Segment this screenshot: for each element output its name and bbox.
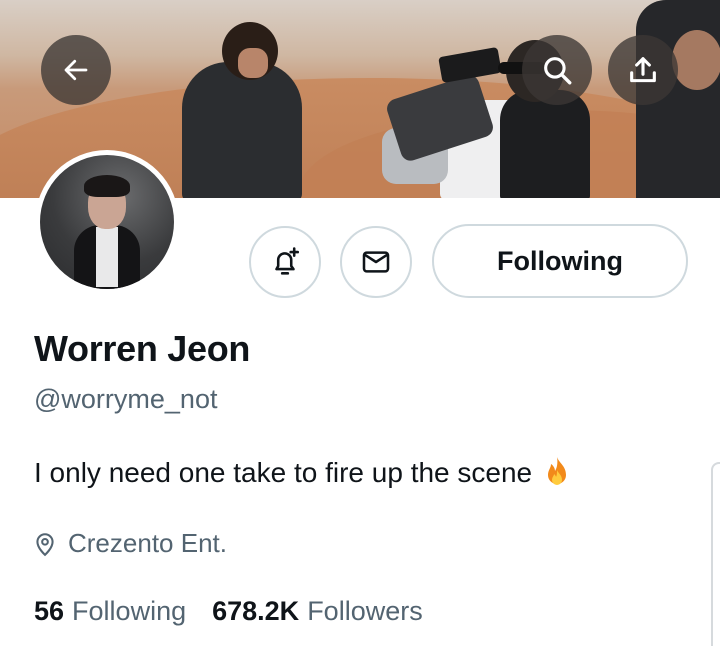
back-button[interactable] bbox=[41, 35, 111, 105]
banner-figure bbox=[182, 62, 302, 198]
following-button[interactable]: Following bbox=[432, 224, 688, 298]
scroll-edge bbox=[711, 462, 720, 646]
bell-plus-icon bbox=[275, 247, 300, 275]
banner-figure bbox=[500, 90, 590, 198]
following-link[interactable]: Following bbox=[72, 596, 186, 627]
location-pin-icon bbox=[32, 530, 58, 558]
profile-bio: I only need one take to fire up the scen… bbox=[34, 456, 572, 490]
followers-count[interactable]: 678.2K bbox=[212, 596, 299, 627]
arrow-left-icon bbox=[64, 59, 88, 81]
search-button[interactable] bbox=[522, 35, 592, 105]
search-icon bbox=[544, 57, 572, 85]
notifications-button[interactable] bbox=[249, 226, 321, 298]
banner-camera bbox=[438, 46, 502, 84]
envelope-icon bbox=[362, 251, 390, 273]
banner-figure bbox=[672, 30, 720, 90]
share-button[interactable] bbox=[608, 35, 678, 105]
followers-link[interactable]: Followers bbox=[307, 596, 423, 627]
avatar[interactable] bbox=[35, 150, 179, 294]
bio-text: I only need one take to fire up the scen… bbox=[34, 457, 533, 488]
profile-name: Worren Jeon bbox=[34, 328, 251, 369]
share-upload-icon bbox=[630, 57, 656, 83]
profile-stats: 56 Following 678.2K Followers bbox=[34, 596, 449, 627]
profile-handle: @worryme_not bbox=[34, 384, 218, 414]
banner-figure bbox=[238, 48, 268, 78]
following-count[interactable]: 56 bbox=[34, 596, 64, 627]
message-button[interactable] bbox=[340, 226, 412, 298]
fire-emoji-icon bbox=[542, 456, 572, 490]
location-text: Crezento Ent. bbox=[68, 528, 227, 558]
profile-location: Crezento Ent. bbox=[32, 528, 227, 559]
avatar-photo bbox=[40, 155, 174, 289]
